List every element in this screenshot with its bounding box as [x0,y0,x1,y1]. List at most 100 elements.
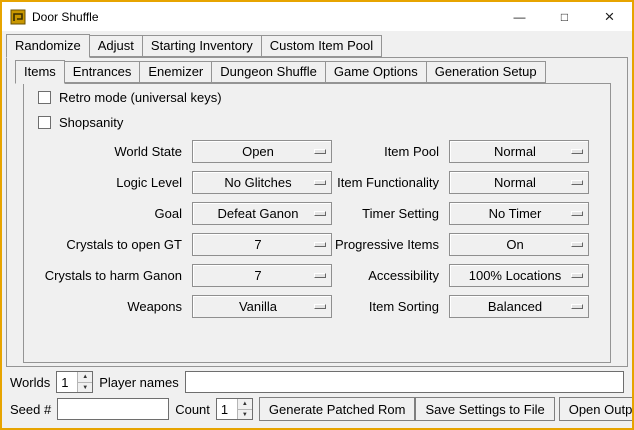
timer-setting-dropdown[interactable]: No Timer [449,202,589,225]
main-tab-bar: Randomize Adjust Starting Inventory Cust… [2,31,632,57]
minimize-icon: — [514,10,526,24]
dropdown-indicator-icon [314,211,326,216]
tab-custom-item-pool[interactable]: Custom Item Pool [261,35,382,57]
maximize-icon: □ [561,10,568,24]
item-sorting-dropdown[interactable]: Balanced [449,295,589,318]
worlds-spin-arrows: ▲ ▼ [77,372,92,392]
tab-adjust[interactable]: Adjust [89,35,143,57]
spin-down-icon: ▼ [82,385,88,391]
timer-setting-value: No Timer [489,206,550,221]
dropdown-indicator-icon [571,242,583,247]
shopsanity-checkbox[interactable] [38,116,51,129]
app-icon[interactable] [10,9,26,25]
tab-generation-setup[interactable]: Generation Setup [426,61,546,83]
shopsanity-row[interactable]: Shopsanity [38,115,610,130]
crystals-harm-ganon-dropdown[interactable]: 7 [192,264,332,287]
dropdown-indicator-icon [571,304,583,309]
weapons-label: Weapons [36,299,192,314]
dropdown-indicator-icon [314,149,326,154]
player-names-input[interactable] [185,371,624,393]
items-settings-grid: World State Open Item Pool Normal Logic … [36,140,610,318]
logic-level-label: Logic Level [36,175,192,190]
open-output-directory-button[interactable]: Open Output Directory [559,397,634,421]
retro-mode-label[interactable]: Retro mode (universal keys) [59,90,222,105]
world-state-dropdown[interactable]: Open [192,140,332,163]
crystals-harm-ganon-value: 7 [254,268,269,283]
item-sorting-value: Balanced [488,299,550,314]
worlds-input[interactable] [57,372,77,392]
worlds-label: Worlds [10,375,50,390]
item-functionality-dropdown[interactable]: Normal [449,171,589,194]
spin-up-icon: ▲ [242,401,248,407]
tab-game-options[interactable]: Game Options [325,61,427,83]
randomize-tab-panel: Items Entrances Enemizer Dungeon Shuffle… [6,57,628,367]
spin-up-icon: ▲ [82,374,88,380]
item-functionality-value: Normal [494,175,544,190]
tab-dungeon-shuffle[interactable]: Dungeon Shuffle [211,61,326,83]
goal-label: Goal [36,206,192,221]
weapons-dropdown[interactable]: Vanilla [192,295,332,318]
dropdown-indicator-icon [314,242,326,247]
generate-patched-rom-button[interactable]: Generate Patched Rom [259,397,416,421]
progressive-items-value: On [506,237,531,252]
dropdown-indicator-icon [314,180,326,185]
accessibility-dropdown[interactable]: 100% Locations [449,264,589,287]
dropdown-indicator-icon [571,273,583,278]
progressive-items-label: Progressive Items [332,237,449,252]
item-functionality-label: Item Functionality [332,175,449,190]
item-pool-dropdown[interactable]: Normal [449,140,589,163]
goal-dropdown[interactable]: Defeat Ganon [192,202,332,225]
crystals-harm-ganon-label: Crystals to harm Ganon [36,268,192,283]
logic-level-value: No Glitches [224,175,299,190]
dropdown-indicator-icon [314,273,326,278]
app-window: Door Shuffle — □ × Randomize Adjust Star… [0,0,634,430]
seed-input[interactable] [57,398,169,420]
logic-level-dropdown[interactable]: No Glitches [192,171,332,194]
count-spinbox[interactable]: ▲ ▼ [216,398,253,420]
close-button[interactable]: × [587,2,632,31]
window-controls: — □ × [497,2,632,31]
world-state-value: Open [242,144,282,159]
spin-down-button[interactable]: ▼ [237,409,252,419]
crystals-open-gt-value: 7 [254,237,269,252]
player-names-label: Player names [99,375,178,390]
dropdown-indicator-icon [314,304,326,309]
accessibility-label: Accessibility [332,268,449,283]
count-label: Count [175,402,210,417]
worlds-spinbox[interactable]: ▲ ▼ [56,371,93,393]
goal-value: Defeat Ganon [218,206,307,221]
bottom-bar: Worlds ▲ ▼ Player names Seed # Count ▲ ▼ [2,367,632,425]
window-title: Door Shuffle [32,10,99,24]
accessibility-value: 100% Locations [469,268,570,283]
tab-starting-inventory[interactable]: Starting Inventory [142,35,262,57]
item-sorting-label: Item Sorting [332,299,449,314]
maximize-button[interactable]: □ [542,2,587,31]
spin-down-button[interactable]: ▼ [77,382,92,392]
items-tab-panel: Retro mode (universal keys) Shopsanity W… [23,83,611,363]
dropdown-indicator-icon [571,180,583,185]
timer-setting-label: Timer Setting [332,206,449,221]
progressive-items-dropdown[interactable]: On [449,233,589,256]
titlebar: Door Shuffle — □ × [2,2,632,31]
count-input[interactable] [217,399,237,419]
item-pool-label: Item Pool [332,144,449,159]
tab-enemizer[interactable]: Enemizer [139,61,212,83]
crystals-open-gt-dropdown[interactable]: 7 [192,233,332,256]
tab-entrances[interactable]: Entrances [64,61,141,83]
world-state-label: World State [36,144,192,159]
item-pool-value: Normal [494,144,544,159]
save-settings-button[interactable]: Save Settings to File [415,397,554,421]
retro-mode-row[interactable]: Retro mode (universal keys) [38,90,610,105]
spin-up-button[interactable]: ▲ [77,372,92,382]
tab-randomize[interactable]: Randomize [6,34,90,58]
weapons-value: Vanilla [239,299,285,314]
retro-mode-checkbox[interactable] [38,91,51,104]
minimize-button[interactable]: — [497,2,542,31]
seed-label: Seed # [10,402,51,417]
spin-up-button[interactable]: ▲ [237,399,252,409]
dropdown-indicator-icon [571,149,583,154]
tab-items[interactable]: Items [15,60,65,84]
shopsanity-label[interactable]: Shopsanity [59,115,123,130]
worlds-row: Worlds ▲ ▼ Player names [10,371,626,393]
count-spin-arrows: ▲ ▼ [237,399,252,419]
